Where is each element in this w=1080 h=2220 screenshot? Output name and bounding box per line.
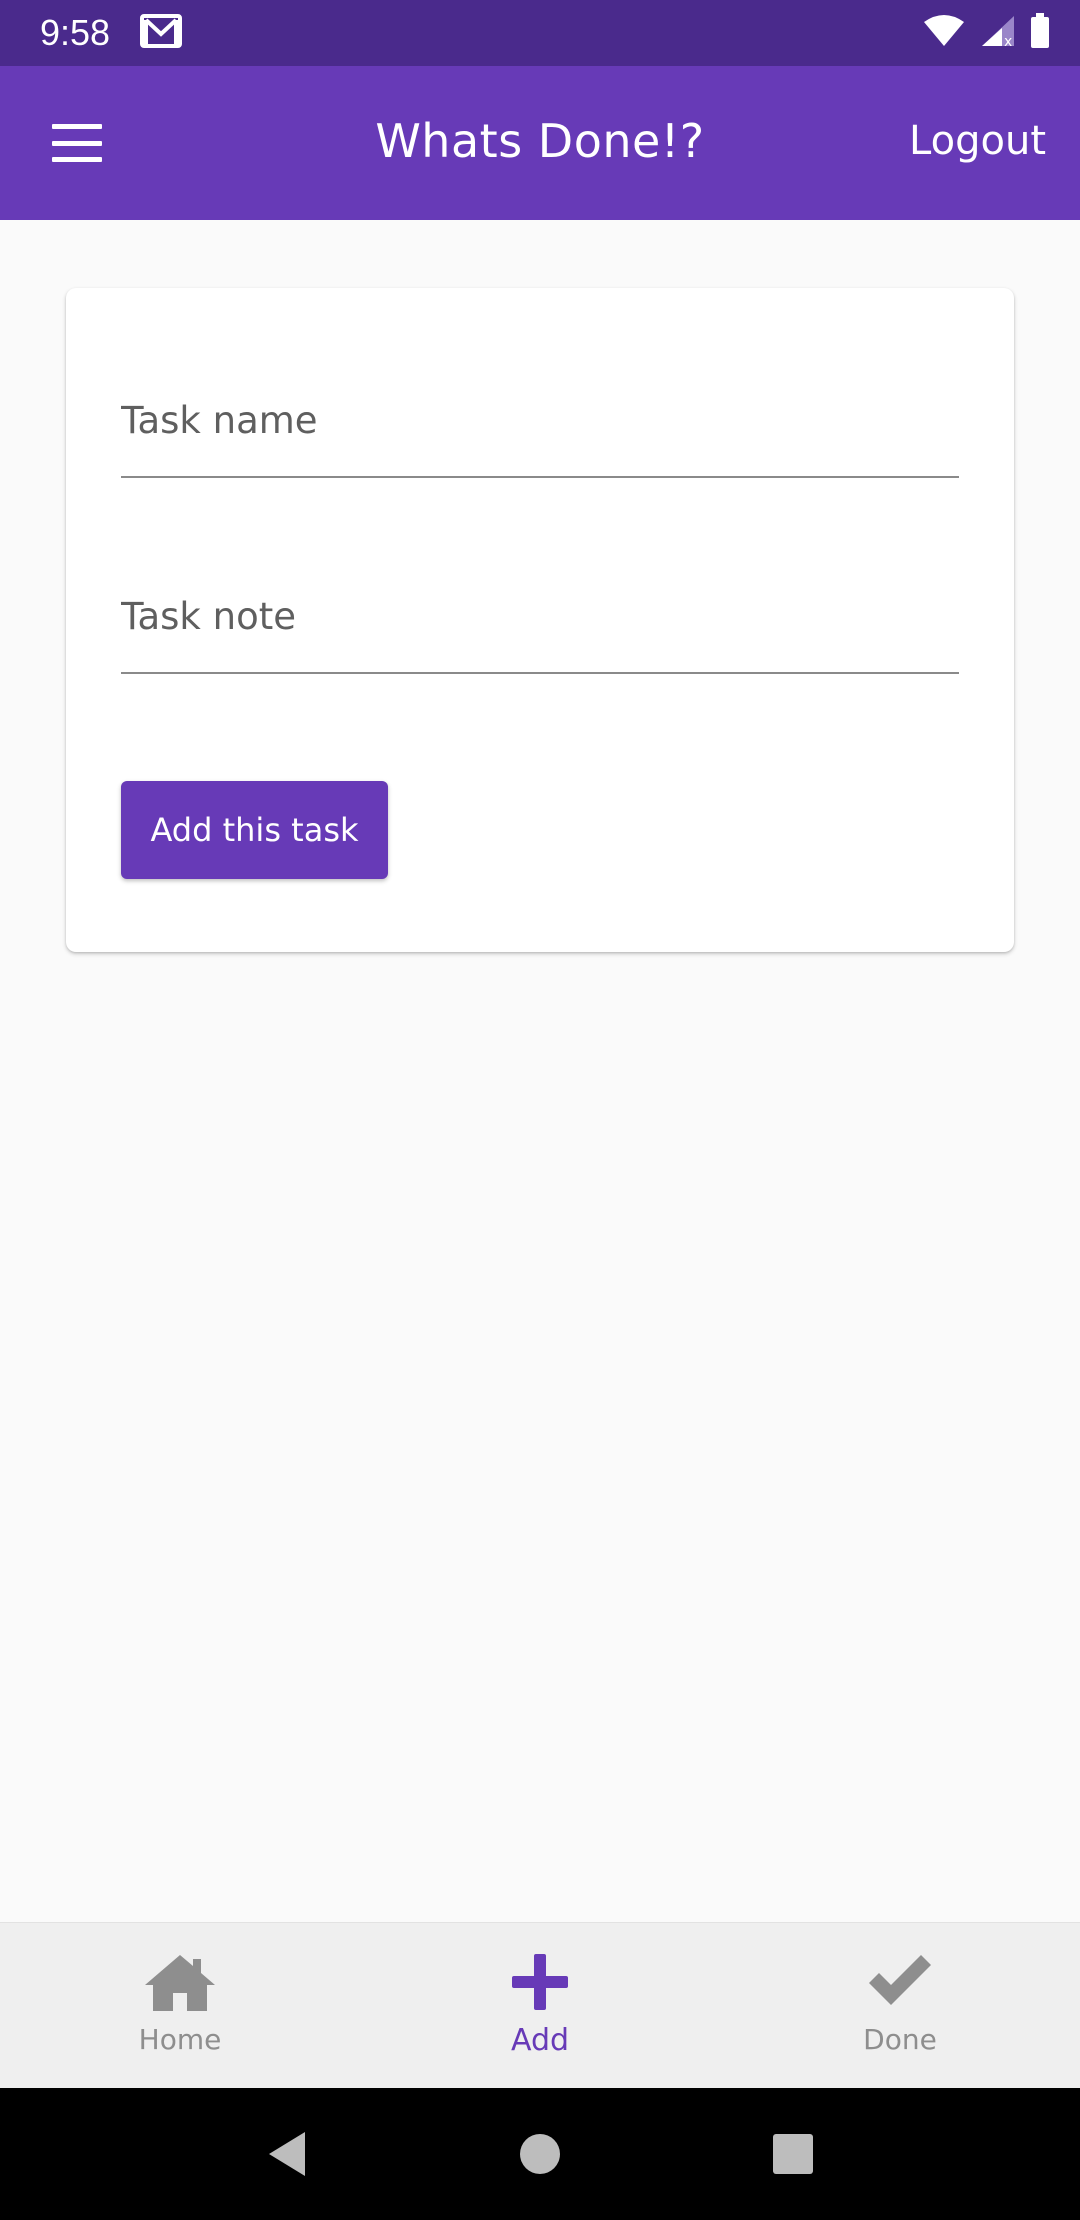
wifi-icon [922, 14, 966, 52]
nav-label-home: Home [138, 2023, 222, 2056]
add-task-button[interactable]: Add this task [121, 781, 388, 879]
signal-icon: x [980, 14, 1016, 52]
logout-button[interactable]: Logout [909, 118, 1046, 164]
nav-item-done[interactable]: Done [720, 1923, 1080, 2088]
nav-item-home[interactable]: Home [0, 1923, 360, 2088]
gmail-icon [140, 14, 183, 52]
nav-label-add: Add [510, 2023, 570, 2058]
bottom-navigation: Home Add Done [0, 1922, 1080, 2088]
task-name-input[interactable] [121, 384, 959, 476]
task-note-field [121, 580, 959, 674]
svg-text:x: x [1004, 34, 1012, 48]
nav-label-done: Done [863, 2023, 937, 2056]
status-bar: 9:58 x [0, 0, 1080, 66]
add-task-card: Add this task [66, 288, 1014, 952]
app-bar: Whats Done!? Logout [0, 66, 1080, 220]
recents-square-icon[interactable] [753, 2114, 833, 2194]
back-icon[interactable] [247, 2114, 327, 2194]
nav-item-add[interactable]: Add [360, 1923, 720, 2088]
home-icon [141, 1951, 219, 2017]
checkmark-icon [865, 1951, 935, 2017]
battery-icon [1030, 13, 1050, 53]
task-name-field [121, 384, 959, 478]
system-navigation-bar [0, 2088, 1080, 2220]
status-time: 9:58 [40, 12, 111, 53]
task-note-input[interactable] [121, 580, 959, 672]
home-circle-icon[interactable] [500, 2114, 580, 2194]
plus-icon [509, 1951, 571, 2017]
